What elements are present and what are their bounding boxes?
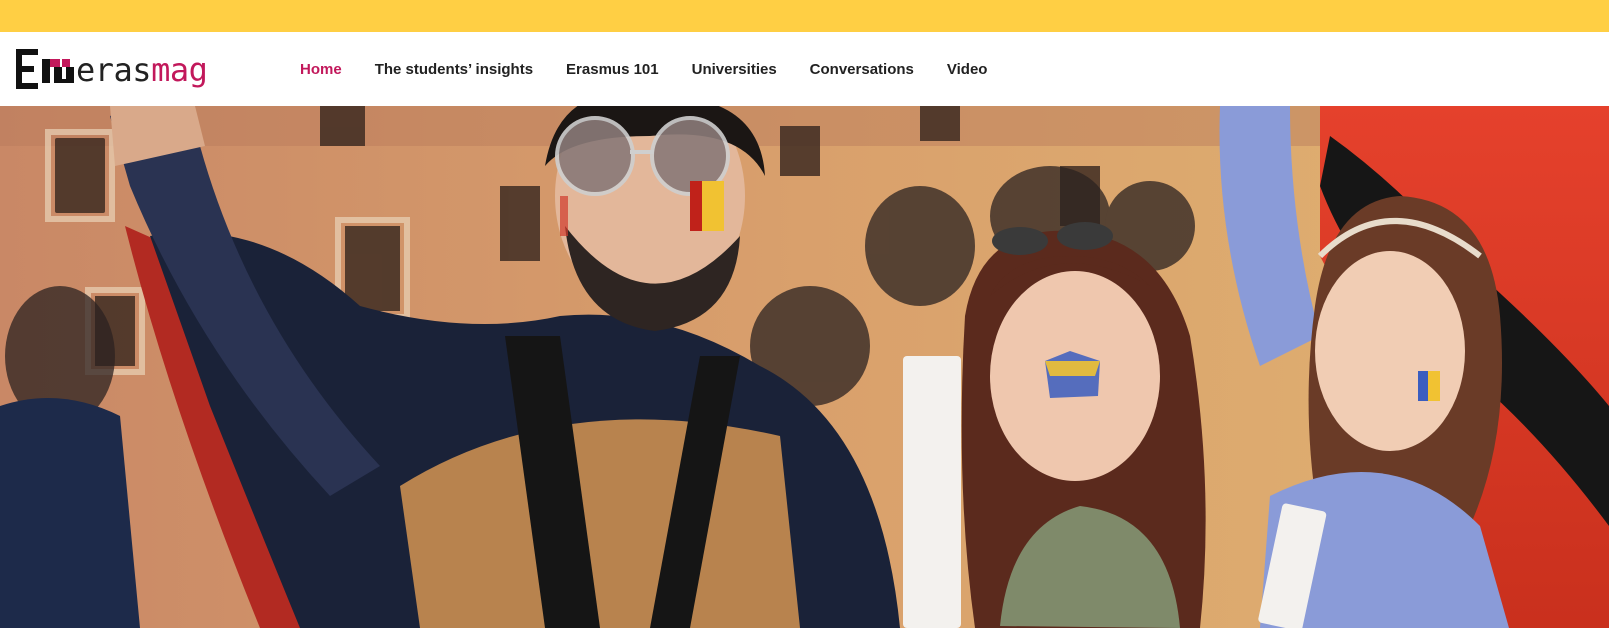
logo-text-dark: eras	[76, 51, 152, 89]
hero-photo-illustration	[0, 106, 1609, 628]
hero-image[interactable]	[0, 106, 1609, 628]
logo-text-accent: mag	[151, 51, 208, 89]
nav-item-erasmus-101[interactable]: Erasmus 101	[566, 61, 659, 78]
logo-wordmark: erasmag	[76, 50, 208, 90]
main-navigation: Home The students’ insights Erasmus 101 …	[300, 32, 1020, 106]
nav-item-video[interactable]: Video	[947, 61, 988, 78]
site-logo[interactable]: erasmag	[16, 49, 248, 93]
top-announcement-bar	[0, 0, 1609, 32]
nav-item-conversations[interactable]: Conversations	[810, 61, 914, 78]
erasmag-logo-mark-icon	[16, 49, 74, 89]
nav-item-home[interactable]: Home	[300, 61, 342, 78]
nav-item-students-insights[interactable]: The students’ insights	[375, 61, 533, 78]
nav-item-universities[interactable]: Universities	[692, 61, 777, 78]
site-header: erasmag Home The students’ insights Eras…	[0, 32, 1609, 106]
